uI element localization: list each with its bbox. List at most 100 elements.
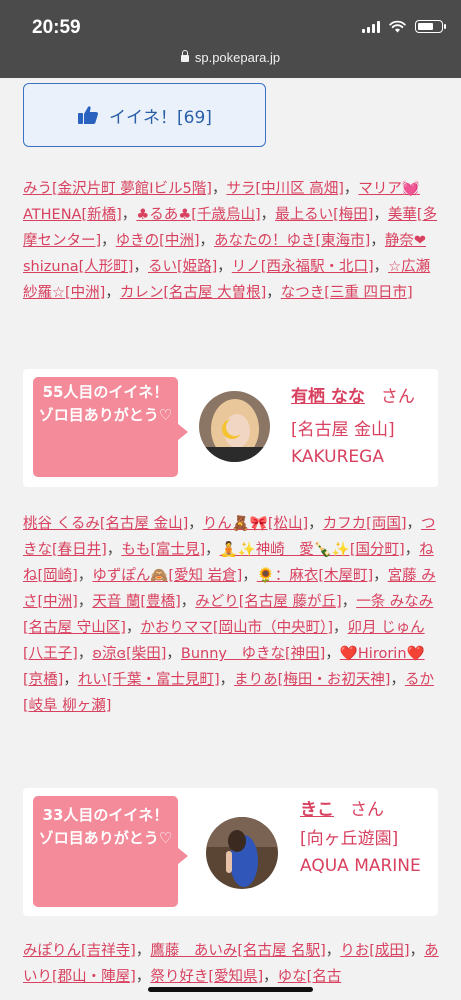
separator: ， bbox=[373, 568, 388, 584]
liker-name-link[interactable]: ゆな[名古 bbox=[278, 969, 342, 985]
separator: ， bbox=[325, 646, 340, 662]
separator: ， bbox=[106, 542, 122, 558]
girl-name-line: きこ さん bbox=[300, 797, 384, 823]
honorific: さん bbox=[350, 800, 384, 820]
milestone-card-2: 33人目のイイネ！ ゾロ目ありがとう♡ きこ さん [向ヶ丘遊園] AQUA MA… bbox=[23, 788, 438, 916]
liker-name-link[interactable]: ゆきの[中洲] bbox=[116, 233, 200, 249]
separator: ， bbox=[135, 943, 151, 959]
separator: ， bbox=[406, 516, 422, 532]
milestone-line-2: ゾロ目ありがとう♡ bbox=[38, 829, 173, 847]
separator: ， bbox=[308, 516, 323, 532]
liker-name-link[interactable]: 鷹藤 あいみ[名古屋 名駅] bbox=[150, 943, 325, 959]
separator: ， bbox=[125, 620, 141, 636]
liker-name-link[interactable]: カレン[名古屋 大曽根] bbox=[120, 285, 266, 301]
avatar[interactable] bbox=[199, 391, 270, 462]
separator: ， bbox=[166, 646, 181, 662]
liker-name-link[interactable]: Bunny ゆきな[神田] bbox=[181, 646, 325, 662]
liker-name-link[interactable]: みどり[名古屋 藤が丘] bbox=[195, 594, 341, 610]
liker-name-link[interactable]: あなたの！ゆき[東海市] bbox=[214, 233, 370, 249]
liker-name-link[interactable]: なつき[三重 四日市] bbox=[281, 285, 413, 301]
honorific: さん bbox=[380, 387, 415, 407]
avatar[interactable] bbox=[206, 817, 278, 889]
liker-name-link[interactable]: 🧘✨神崎 愛🍾✨[国分町] bbox=[220, 542, 405, 558]
status-time: 20:59 bbox=[32, 17, 81, 38]
milestone-line-2: ゾロ目ありがとう♡ bbox=[38, 406, 173, 424]
lock-icon bbox=[180, 50, 189, 62]
like-button-label: イイネ！[69] bbox=[109, 107, 212, 128]
separator: ， bbox=[370, 233, 385, 249]
separator: ， bbox=[333, 620, 348, 636]
separator: ， bbox=[390, 672, 405, 688]
milestone-line-1: 55人目のイイネ！ bbox=[42, 383, 169, 401]
separator: ， bbox=[105, 285, 120, 301]
liker-list-2: 桃谷 くるみ[名古屋 金山]，りん🧸🎀[松山]，カフカ[両国]，つきな[春日井]… bbox=[23, 511, 441, 719]
separator: ， bbox=[325, 943, 341, 959]
milestone-card-1: 55人目のイイネ！ ゾロ目ありがとう♡ 有栖 なな さん [名古屋 金山] KAK… bbox=[23, 369, 438, 487]
url-bar[interactable]: sp.pokepara.jp bbox=[0, 50, 461, 65]
liker-name-link[interactable]: ʚ涼ɞ[柴田] bbox=[92, 646, 166, 662]
milestone-line-1: 33人目のイイネ！ bbox=[42, 806, 169, 824]
separator: ， bbox=[219, 672, 235, 688]
separator: ， bbox=[188, 516, 203, 532]
liker-name-link[interactable]: ♣るあ♣[千歳烏山] bbox=[136, 207, 260, 223]
liker-name-link[interactable]: みぽりん[吉祥寺] bbox=[23, 943, 136, 959]
url-text: sp.pokepara.jp bbox=[194, 50, 281, 65]
liker-name-link[interactable]: かおりママ[岡山市（中央町）] bbox=[140, 620, 333, 636]
separator: ， bbox=[242, 568, 257, 584]
liker-name-link[interactable]: 祭り好き[愛知県] bbox=[150, 969, 263, 985]
girl-shop: [名古屋 金山] KAKUREGA bbox=[291, 420, 395, 467]
liker-list-1: みう[金沢片町 夢館Ⅰビル5階]，サラ[中川区 高畑]，マリア💓ATHENA[新… bbox=[23, 176, 441, 306]
liker-name-link[interactable]: 天音 蘭[豊橋] bbox=[92, 594, 180, 610]
liker-name-link[interactable]: 🌻：麻衣[木屋町] bbox=[257, 568, 373, 584]
wifi-icon bbox=[389, 20, 406, 33]
thumbs-up-icon bbox=[78, 106, 99, 124]
milestone-bubble: 33人目のイイネ！ ゾロ目ありがとう♡ bbox=[33, 796, 188, 907]
milestone-bubble: 55人目のイイネ！ ゾロ目ありがとう♡ bbox=[33, 377, 188, 477]
liker-name-link[interactable]: りお[成田] bbox=[340, 943, 409, 959]
girl-shop: [向ヶ丘遊園] AQUA MARINE bbox=[300, 829, 421, 876]
separator: ， bbox=[217, 259, 232, 275]
girl-name-line: 有栖 なな さん bbox=[291, 384, 415, 410]
liker-name-link[interactable]: りん🧸🎀[松山] bbox=[203, 516, 308, 532]
separator: ， bbox=[373, 207, 388, 223]
separator: ， bbox=[373, 259, 389, 275]
status-icons bbox=[362, 20, 446, 33]
page-content: イイネ！[69] みう[金沢片町 夢館Ⅰビル5階]，サラ[中川区 高畑]，マリア… bbox=[0, 78, 461, 1000]
separator: ， bbox=[63, 672, 78, 688]
like-button[interactable]: イイネ！[69] bbox=[23, 83, 266, 147]
liker-list-3: みぽりん[吉祥寺]，鷹藤 あいみ[名古屋 名駅]，りお[成田]，あいり[郡山・陣… bbox=[23, 938, 441, 990]
separator: ， bbox=[121, 207, 137, 223]
separator: ， bbox=[205, 542, 220, 558]
liker-name-link[interactable]: サラ[中川区 高畑] bbox=[226, 181, 343, 197]
girl-name-link[interactable]: 有栖 なな bbox=[291, 387, 365, 407]
liker-name-link[interactable]: 最上るい[梅田] bbox=[275, 207, 373, 223]
liker-name-link[interactable]: れい[千葉・富士見町] bbox=[78, 672, 220, 688]
separator: ， bbox=[77, 646, 93, 662]
separator: ， bbox=[211, 181, 227, 197]
liker-name-link[interactable]: 桃谷 くるみ[名古屋 金山] bbox=[23, 516, 188, 532]
liker-name-link[interactable]: るい[姫路] bbox=[148, 259, 217, 275]
home-indicator bbox=[148, 987, 313, 992]
separator: ， bbox=[404, 542, 420, 558]
separator: ， bbox=[260, 207, 276, 223]
separator: ， bbox=[133, 259, 148, 275]
liker-name-link[interactable]: ゆずぽん🙈[愛知 岩倉] bbox=[92, 568, 242, 584]
liker-name-link[interactable]: リノ[西永福駅・北口] bbox=[232, 259, 374, 275]
separator: ， bbox=[409, 943, 425, 959]
separator: ， bbox=[199, 233, 215, 249]
liker-name-link[interactable]: もも[富士見] bbox=[121, 542, 205, 558]
browser-chrome: 20:59 sp.pokepara.jp bbox=[0, 0, 461, 78]
separator: ， bbox=[180, 594, 196, 610]
separator: ， bbox=[77, 594, 93, 610]
separator: ， bbox=[343, 181, 359, 197]
separator: ， bbox=[341, 594, 357, 610]
separator: ， bbox=[263, 969, 278, 985]
liker-name-link[interactable]: カフカ[両国] bbox=[323, 516, 407, 532]
separator: ， bbox=[135, 969, 151, 985]
liker-name-link[interactable]: みう[金沢片町 夢館Ⅰビル5階] bbox=[23, 181, 212, 197]
separator: ， bbox=[101, 233, 116, 249]
liker-name-link[interactable]: まりあ[梅田・お初天神] bbox=[234, 672, 390, 688]
girl-name-link[interactable]: きこ bbox=[300, 800, 334, 820]
cellular-signal-icon bbox=[362, 20, 380, 33]
separator: ， bbox=[77, 568, 93, 584]
